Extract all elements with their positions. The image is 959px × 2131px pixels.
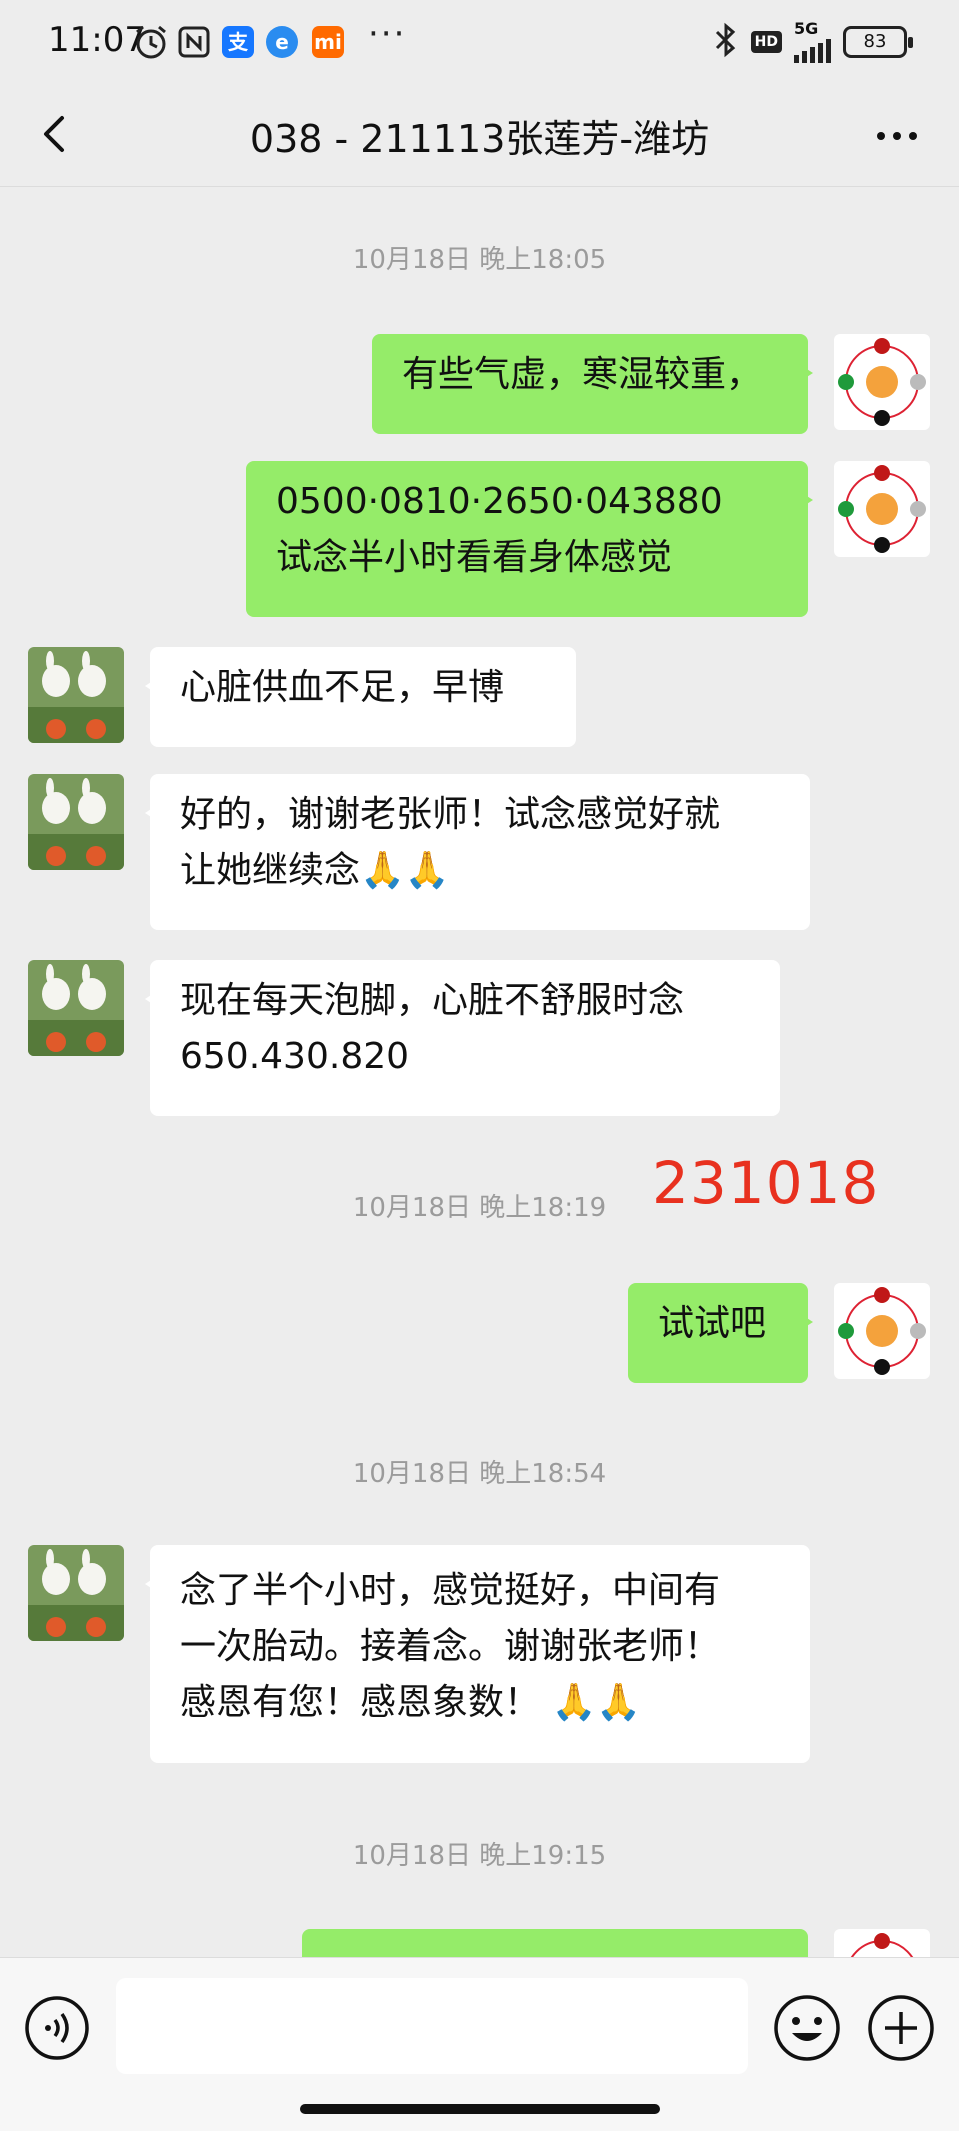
chat-area[interactable]: 10月18日 晚上18:05 有些气虚，寒湿较重， 0500·0810·2650… bbox=[0, 187, 959, 1957]
message-bubble-outgoing[interactable]: 试试吧 bbox=[628, 1283, 813, 1383]
message-bubble-outgoing[interactable]: 有些气虚，寒湿较重， bbox=[372, 334, 813, 434]
avatar-contact[interactable] bbox=[28, 960, 124, 1056]
message-bubble-outgoing[interactable] bbox=[302, 1929, 808, 1957]
more-dots-icon: ··· bbox=[368, 14, 407, 54]
battery-level: 83 bbox=[863, 31, 887, 52]
alipay-icon: 支 bbox=[222, 26, 254, 58]
message-bubble-incoming[interactable]: 心脏供血不足，早博 bbox=[145, 647, 576, 747]
avatar-self[interactable] bbox=[834, 1929, 930, 1957]
message-text: 试试吧 bbox=[658, 1303, 767, 1344]
message-text: 试念半小时看看身体感觉 bbox=[276, 537, 673, 578]
avatar-contact[interactable] bbox=[28, 1545, 124, 1641]
message-text: 0500·0810·2650·043880 bbox=[276, 481, 723, 522]
message-bubble-incoming[interactable]: 好的，谢谢老张师！试念感觉好就 让她继续念🙏🙏 bbox=[145, 774, 810, 930]
input-bar bbox=[0, 1957, 959, 2131]
handwritten-annotation: 231018 bbox=[652, 1149, 880, 1217]
message-text: 念了半个小时，感觉挺好，中间有 bbox=[180, 1570, 721, 1611]
mi-icon: mi bbox=[312, 26, 344, 58]
message-bubble-outgoing[interactable]: 0500·0810·2650·043880 试念半小时看看身体感觉 bbox=[246, 461, 813, 617]
battery-icon: 83 bbox=[843, 26, 913, 58]
message-input[interactable] bbox=[116, 1978, 748, 2074]
avatar-contact[interactable] bbox=[28, 647, 124, 743]
chat-header: 038 - 211113张莲芳-潍坊 bbox=[0, 86, 959, 187]
message-text: 让她继续念🙏🙏 bbox=[180, 850, 450, 891]
message-bubble-incoming[interactable]: 念了半个小时，感觉挺好，中间有 一次胎动。接着念。谢谢张老师！ 感恩有您！感恩象… bbox=[145, 1545, 810, 1763]
message-text: 现在每天泡脚，心脏不舒服时念 bbox=[180, 980, 685, 1021]
voice-icon bbox=[25, 1996, 89, 2060]
plus-button[interactable] bbox=[866, 1993, 936, 2063]
message-text: 有些气虚，寒湿较重， bbox=[402, 354, 763, 395]
status-right: HD 5G 83 bbox=[713, 19, 913, 63]
more-horizontal-icon bbox=[877, 132, 917, 140]
emoji-button[interactable] bbox=[772, 1993, 842, 2063]
emoji-icon bbox=[774, 1995, 840, 2061]
hd-icon: HD bbox=[750, 31, 782, 53]
time-label: 10月18日 晚上18:54 bbox=[352, 1459, 607, 1489]
message-bubble-incoming[interactable]: 现在每天泡脚，心脏不舒服时念 650.430.820 bbox=[145, 960, 780, 1116]
alarm-icon bbox=[134, 24, 168, 64]
message-text: 心脏供血不足，早博 bbox=[180, 667, 505, 708]
message-text: 好的，谢谢老张师！试念感觉好就 bbox=[180, 794, 721, 835]
more-button[interactable] bbox=[867, 106, 927, 166]
back-button[interactable] bbox=[32, 106, 92, 166]
time-label: 10月18日 晚上18:05 bbox=[352, 245, 607, 275]
voice-button[interactable] bbox=[24, 1995, 90, 2061]
avatar-self[interactable] bbox=[834, 1283, 930, 1379]
home-indicator[interactable] bbox=[300, 2104, 660, 2114]
browser-icon: e bbox=[266, 26, 298, 58]
plus-circle-icon bbox=[868, 1995, 934, 2061]
bluetooth-icon bbox=[713, 22, 739, 62]
network-label: 5G bbox=[794, 19, 819, 38]
signal-icon bbox=[794, 37, 831, 63]
message-text: 感恩有您！感恩象数！ 🙏🙏 bbox=[180, 1682, 642, 1723]
message-text: 650.430.820 bbox=[180, 1036, 410, 1077]
message-text: 一次胎动。接着念。谢谢张老师！ bbox=[180, 1626, 721, 1667]
avatar-self[interactable] bbox=[834, 334, 930, 430]
status-time: 11:07 bbox=[48, 20, 146, 60]
status-bar: 11:07 支 e mi ··· HD 5G 83 bbox=[0, 0, 959, 86]
avatar-contact[interactable] bbox=[28, 774, 124, 870]
chevron-left-icon bbox=[44, 116, 64, 152]
avatar-self[interactable] bbox=[834, 461, 930, 557]
time-label: 10月18日 晚上19:15 bbox=[352, 1841, 607, 1871]
nfc-icon bbox=[178, 26, 210, 62]
chat-title: 038 - 211113张莲芳-潍坊 bbox=[249, 117, 710, 161]
